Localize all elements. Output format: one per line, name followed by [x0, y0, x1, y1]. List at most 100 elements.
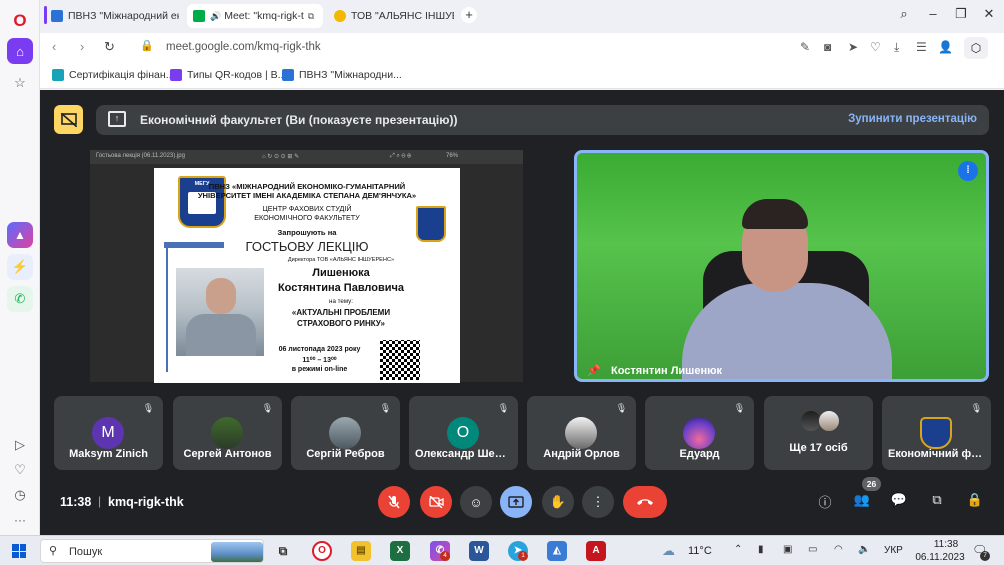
windows-start-icon[interactable]	[12, 544, 26, 558]
new-tab-button[interactable]: +	[461, 7, 477, 23]
participant-tile[interactable]: 🎙 Едуард	[645, 396, 754, 470]
send-icon[interactable]: ➤	[848, 40, 858, 54]
browser-sidebar: O ⌂ ☆ ▲ ⚡ ✆ ▷ ♡ ◷ ···	[0, 0, 40, 535]
search-icon: ⚲	[49, 545, 58, 557]
taskbar-search[interactable]: ⚲ Пошук	[40, 539, 264, 563]
raise-hand-button[interactable]: ✋	[542, 486, 574, 518]
search-tabs-icon[interactable]: ⌕	[895, 6, 913, 24]
slide-topic-line1: «АКТУАЛЬНІ ПРОБЛЕМИ	[291, 308, 391, 317]
tab-alliance[interactable]: ТОВ "АЛЬЯНС ІНШУЕРЕН	[328, 4, 460, 28]
stop-presenting-button[interactable]: Зупинити презентацію	[848, 113, 977, 125]
notifications-badge: 7	[980, 551, 990, 561]
edit-icon[interactable]: ✎	[800, 40, 810, 54]
home-icon[interactable]: ⌂	[7, 38, 33, 64]
participant-tile[interactable]: 🎙 Андрій Орлов	[527, 396, 636, 470]
tab-pip-icon[interactable]: ⧉	[308, 11, 314, 22]
bookmarks-bar: Сертифікація фінан... Типы QR-кодов | В.…	[40, 63, 1004, 89]
activities-button[interactable]: ⧉	[927, 492, 947, 512]
wifi-icon[interactable]: ◠	[834, 544, 843, 555]
volume-icon[interactable]: 🔈	[858, 544, 870, 555]
restore-icon[interactable]: ❐	[952, 6, 970, 24]
back-icon[interactable]: ‹	[52, 39, 56, 54]
whatsapp-icon[interactable]: ✆	[7, 286, 33, 312]
photos-icon[interactable]: ◭	[547, 541, 567, 561]
bookmark-item[interactable]: ПВНЗ "Міжнародни...	[282, 69, 402, 81]
slide-org-line2: УНІВЕРСИТЕТ ІМЕНІ АКАДЕМІКА СТЕПАНА ДЕМ'…	[197, 191, 417, 200]
language-indicator[interactable]: УКР	[884, 545, 903, 556]
slide-invite: Запрошують на	[277, 228, 337, 237]
star-icon[interactable]: ☆	[7, 70, 33, 96]
player-icon[interactable]: ▷	[7, 432, 33, 458]
slide-event-title: ГОСТЬОВУ ЛЕКЦІЮ	[245, 239, 369, 254]
minimize-icon[interactable]: –	[924, 6, 942, 24]
tray-expand-icon[interactable]: ⌃	[734, 544, 742, 555]
participant-tile[interactable]: 🎙 О Олександр Шевченко	[409, 396, 518, 470]
file-explorer-icon[interactable]: ▤	[351, 541, 371, 561]
participant-tile[interactable]: 🎙 Сергій Ребров	[291, 396, 400, 470]
tab-meet[interactable]: 🔊 Meet: "kmq-rigk-t ⧉	[187, 4, 323, 28]
slide-director: Директора ТОВ «АЛЬЯНС ІНШУЕРЕНС»	[287, 257, 395, 263]
stop-share-icon[interactable]	[54, 105, 83, 134]
aria-icon[interactable]: ▲	[7, 222, 33, 248]
host-controls-button[interactable]: 🔒	[965, 492, 985, 512]
heart-icon[interactable]: ♡	[7, 457, 33, 483]
pin-icon[interactable]: 📌	[587, 364, 601, 377]
participant-tile[interactable]: 🎙 M Maksym Zinich	[54, 396, 163, 470]
bookmark-label: Типы QR-кодов | В...	[187, 69, 287, 81]
chat-button[interactable]: 💬	[889, 492, 909, 512]
opera-taskbar-icon[interactable]: O	[312, 541, 332, 561]
bookmark-item[interactable]: Сертифікація фінан...	[52, 69, 174, 81]
favorite-icon[interactable]: ♡	[870, 40, 881, 54]
participant-tile[interactable]: 🎙 Економічний факультет	[882, 396, 991, 470]
emoji-reactions-button[interactable]: ☺	[460, 486, 492, 518]
avatar: M	[92, 417, 124, 449]
speaking-indicator-icon: ⁞	[958, 161, 978, 181]
excel-icon[interactable]: X	[390, 541, 410, 561]
present-screen-button[interactable]	[500, 486, 532, 518]
camera-off-button[interactable]	[420, 486, 452, 518]
tray-pen-icon[interactable]: ▮	[758, 544, 764, 555]
more-participants-label: Ще 17 осіб	[789, 442, 848, 454]
mic-off-button[interactable]	[378, 486, 410, 518]
opera-menu-icon[interactable]: O	[7, 8, 33, 34]
extensions-icon[interactable]: ⬡	[964, 37, 988, 59]
tab-university[interactable]: ПВНЗ "Міжнародний ек	[45, 4, 185, 28]
speaker-tile[interactable]: ⁞ 📌 Костянтин Лишенюк	[574, 150, 989, 382]
weather-temp[interactable]: 11°C	[688, 545, 712, 557]
telegram-badge: 1	[518, 551, 528, 561]
easy-setup-icon[interactable]: ☰	[916, 40, 927, 54]
history-icon[interactable]: ◷	[7, 482, 33, 508]
lock-icon[interactable]: 🔒	[140, 39, 154, 52]
more-options-button[interactable]: ⋮	[582, 486, 614, 518]
slide-date: 06 листопада 2023 року	[278, 346, 361, 353]
participant-tile[interactable]: 🎙 Сергей Антонов	[173, 396, 282, 470]
address-bar: ‹ › ↻ 🔒 meet.google.com/kmq-rigk-thk ✎ ◙…	[40, 33, 1004, 63]
cloud-icon[interactable]: ☁	[662, 543, 675, 559]
tray-battery-icon[interactable]: ▭	[808, 544, 817, 555]
leave-call-button[interactable]	[623, 486, 667, 518]
more-participants-tile[interactable]: Ще 17 осіб	[764, 396, 873, 470]
messenger-icon[interactable]: ⚡	[7, 254, 33, 280]
close-window-icon[interactable]: ✕	[980, 6, 998, 24]
tray-app-icon[interactable]: ▣	[783, 544, 792, 555]
presentation-banner: ↑ Економічний факультет (Ви (показуєте п…	[96, 105, 989, 135]
meeting-info-button[interactable]: ⓘ	[815, 492, 835, 512]
viewer-file-name: Гостьова лекція (06.11.2023).jpg	[96, 153, 185, 159]
slide-on-topic: на тему:	[329, 298, 353, 305]
bookmark-label: ПВНЗ "Міжнародни...	[299, 69, 402, 81]
profile-icon[interactable]: 👤	[938, 40, 953, 54]
taskbar-date[interactable]: 06.11.2023	[914, 552, 966, 563]
people-button[interactable]: 👥	[852, 492, 872, 512]
forward-icon[interactable]: ›	[80, 39, 84, 54]
reload-icon[interactable]: ↻	[104, 39, 115, 55]
avatar	[329, 417, 361, 449]
bookmark-item[interactable]: Типы QR-кодов | В...	[170, 69, 286, 81]
word-icon[interactable]: W	[469, 541, 489, 561]
camera-icon[interactable]: ◙	[824, 40, 831, 54]
download-icon[interactable]: ⤓	[894, 40, 899, 55]
slide-time: 11⁰⁰ – 13⁰⁰	[302, 357, 337, 364]
task-view-icon[interactable]: ⧉	[273, 541, 293, 561]
pdf-reader-icon[interactable]: A	[586, 541, 606, 561]
taskbar-time[interactable]: 11:38	[926, 539, 966, 550]
more-icon[interactable]: ···	[7, 507, 33, 533]
